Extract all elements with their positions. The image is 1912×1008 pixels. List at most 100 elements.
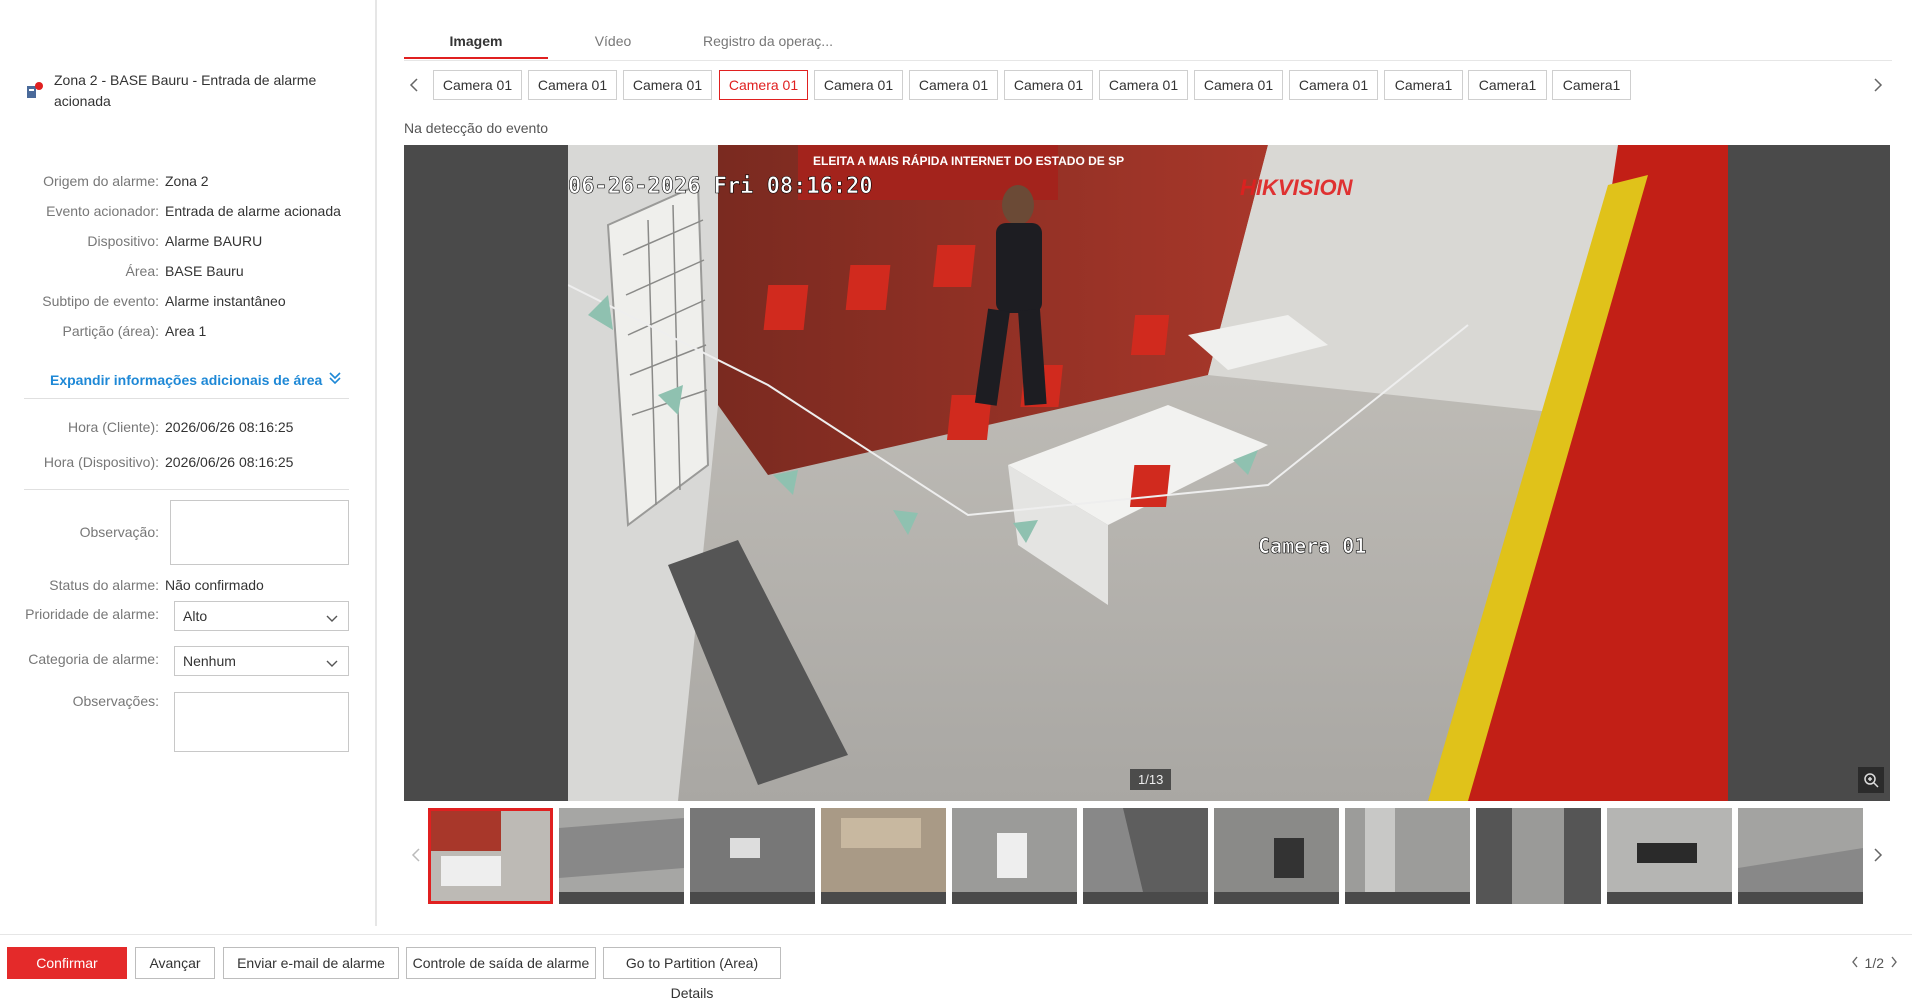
- media-tabs: Imagem Vídeo Registro da operaç...: [404, 24, 1892, 61]
- thumbnail-6[interactable]: [1083, 808, 1208, 904]
- camera-button[interactable]: Camera 01: [433, 70, 522, 100]
- chevron-down-icon: [326, 611, 338, 627]
- priority-label: Prioridade de alarme:: [25, 606, 159, 622]
- camera-button[interactable]: Camera 01: [909, 70, 998, 100]
- zoom-in-icon[interactable]: [1858, 767, 1884, 793]
- time-row-device: Hora (Dispositivo): 2026/06/26 08:16:25: [0, 454, 370, 470]
- detail-label: Evento acionador:: [46, 203, 159, 219]
- camera-button[interactable]: Camera 01: [1194, 70, 1283, 100]
- thumbnail-11[interactable]: [1738, 808, 1863, 904]
- status-label: Status do alarme:: [49, 577, 159, 593]
- camera-button-active[interactable]: Camera 01: [719, 70, 808, 100]
- camera-button[interactable]: Camera1: [1384, 70, 1463, 100]
- time-value: 2026/06/26 08:16:25: [165, 454, 294, 470]
- image-counter: 1/13: [1130, 769, 1172, 790]
- pager: 1/2: [1851, 955, 1898, 971]
- observation-label: Observação:: [79, 524, 159, 540]
- camera-button[interactable]: Camera 01: [814, 70, 903, 100]
- category-select-value: Nenhum: [183, 653, 236, 669]
- partition-details-button[interactable]: Go to Partition (Area) Details: [603, 947, 781, 1001]
- sign-text: ELEITA A MAIS RÁPIDA INTERNET DO ESTADO …: [813, 153, 1124, 168]
- chevron-left-icon[interactable]: [406, 845, 426, 865]
- alarm-title-text: Zona 2 - BASE Bauru - Entrada de alarme …: [54, 72, 317, 109]
- detail-label: Origem do alarme:: [43, 173, 159, 189]
- status-row: Status do alarme: Não confirmado: [0, 577, 370, 593]
- detail-label: Dispositivo:: [87, 233, 159, 249]
- detail-label: Área:: [125, 263, 159, 279]
- detail-row-partition: Partição (área): Area 1: [0, 323, 370, 339]
- next-button[interactable]: Avançar: [135, 947, 215, 979]
- chevron-right-icon[interactable]: [1890, 955, 1898, 971]
- detail-value: BASE Bauru: [165, 263, 244, 279]
- image-viewer[interactable]: ELEITA A MAIS RÁPIDA INTERNET DO ESTADO …: [404, 145, 1890, 801]
- category-select[interactable]: Nenhum: [174, 646, 349, 676]
- detail-value: Zona 2: [165, 173, 209, 189]
- priority-select-value: Alto: [183, 608, 208, 624]
- page-indicator: 1/2: [1864, 955, 1884, 971]
- camera-button[interactable]: Camera 01: [528, 70, 617, 100]
- camera-button[interactable]: Camera 01: [1004, 70, 1093, 100]
- confirm-button[interactable]: Confirmar: [7, 947, 127, 979]
- detail-label: Subtipo de evento:: [42, 293, 159, 309]
- detail-row-trigger-event: Evento acionador: Entrada de alarme acio…: [0, 203, 370, 219]
- detail-label: Partição (área):: [62, 323, 159, 339]
- alarm-details-panel: Zona 2 - BASE Bauru - Entrada de alarme …: [0, 0, 377, 926]
- status-value: Não confirmado: [165, 577, 264, 593]
- alarm-input-icon: [26, 82, 44, 100]
- action-footer: Confirmar Avançar Enviar e-mail de alarm…: [0, 934, 1912, 1001]
- detail-value: Alarme instantâneo: [165, 293, 286, 309]
- thumbnail-5[interactable]: [952, 808, 1077, 904]
- tab-video[interactable]: Vídeo: [548, 24, 678, 59]
- detail-row-area: Área: BASE Bauru: [0, 263, 370, 279]
- thumbnail-7[interactable]: [1214, 808, 1339, 904]
- camera-selector: Camera 01 Camera 01 Camera 01 Camera 01 …: [404, 70, 1892, 102]
- thumbnail-10[interactable]: [1607, 808, 1732, 904]
- expand-area-info-link[interactable]: Expandir informações adicionais de área: [50, 371, 342, 388]
- camera-button[interactable]: Camera1: [1468, 70, 1547, 100]
- camera-button[interactable]: Camera1: [1552, 70, 1631, 100]
- observation-textarea[interactable]: [170, 500, 349, 565]
- detail-row-origin: Origem do alarme: Zona 2: [0, 173, 370, 189]
- thumbnail-8[interactable]: [1345, 808, 1470, 904]
- time-row-client: Hora (Cliente): 2026/06/26 08:16:25: [0, 419, 370, 435]
- remarks-textarea[interactable]: [174, 692, 349, 752]
- tab-image[interactable]: Imagem: [404, 24, 548, 59]
- detail-row-event-subtype: Subtipo de evento: Alarme instantâneo: [0, 293, 370, 309]
- detection-label: Na detecção do evento: [404, 120, 548, 136]
- chevron-left-icon[interactable]: [1851, 955, 1859, 971]
- chevron-down-icon: [326, 656, 338, 672]
- priority-select[interactable]: Alto: [174, 601, 349, 631]
- camera-button[interactable]: Camera 01: [1289, 70, 1378, 100]
- divider: [24, 489, 349, 490]
- thumbnail-2[interactable]: [559, 808, 684, 904]
- thumbnail-strip: [404, 808, 1892, 906]
- divider: [24, 398, 349, 399]
- thumbnail-4[interactable]: [821, 808, 946, 904]
- chevron-right-icon[interactable]: [1868, 845, 1888, 865]
- tab-operation-log[interactable]: Registro da operaç...: [678, 24, 858, 59]
- detail-value: Area 1: [165, 323, 207, 339]
- camera-button[interactable]: Camera 01: [1099, 70, 1188, 100]
- alarm-output-control-button[interactable]: Controle de saída de alarme: [406, 947, 596, 979]
- category-label: Categoria de alarme:: [28, 651, 159, 667]
- time-label: Hora (Cliente):: [67, 419, 159, 435]
- expand-area-info-label: Expandir informações adicionais de área: [50, 371, 323, 388]
- thumbnail-9[interactable]: [1476, 808, 1601, 904]
- thumbnail-3[interactable]: [690, 808, 815, 904]
- detail-row-device: Dispositivo: Alarme BAURU: [0, 233, 370, 249]
- time-label: Hora (Dispositivo):: [43, 454, 159, 470]
- camera-button[interactable]: Camera 01: [623, 70, 712, 100]
- overlay-brand: HIKVISION: [1240, 175, 1354, 200]
- chevron-right-icon[interactable]: [1868, 75, 1888, 95]
- time-value: 2026/06/26 08:16:25: [165, 419, 294, 435]
- alarm-title: Zona 2 - BASE Bauru - Entrada de alarme …: [26, 70, 326, 112]
- detail-value: Alarme BAURU: [165, 233, 263, 249]
- overlay-camera-label: Camera 01: [1258, 534, 1366, 558]
- thumbnail-1[interactable]: [428, 808, 553, 904]
- overlay-timestamp: 06-26-2026 Fri 08:16:20: [568, 174, 873, 199]
- double-chevron-down-icon: [328, 371, 342, 388]
- detail-value: Entrada de alarme acionada: [165, 203, 341, 219]
- remarks-label: Observações:: [72, 693, 159, 709]
- chevron-left-icon[interactable]: [404, 75, 424, 95]
- send-email-button[interactable]: Enviar e-mail de alarme: [223, 947, 399, 979]
